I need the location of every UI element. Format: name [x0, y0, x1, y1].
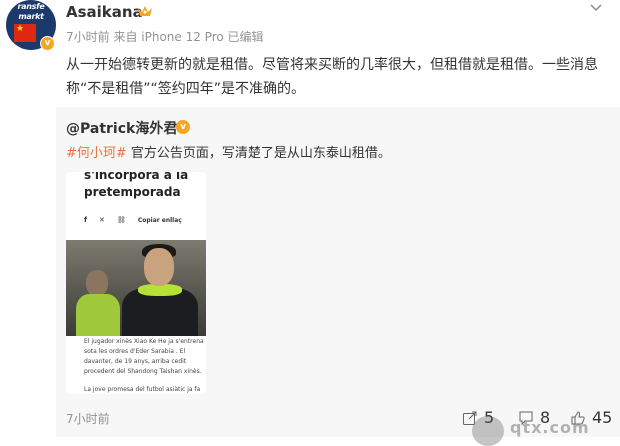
player-face	[144, 248, 174, 286]
hashtag-link[interactable]: #何小珂#	[66, 146, 127, 161]
original-text: #何小珂# 官方公告页面，写清楚了是从山东泰山租借。	[66, 142, 391, 161]
link-icon: ⛓	[116, 216, 126, 224]
username[interactable]: Asaikana	[66, 3, 143, 21]
card-body-p1: El jugador xinès Xiao Ke He ja s'entrena…	[84, 338, 204, 375]
card-title-line1: s'incorpora a la	[84, 172, 189, 182]
facebook-icon: f	[84, 216, 88, 224]
crown-icon	[138, 6, 152, 16]
card-title: s'incorpora a la pretemporada	[84, 172, 200, 201]
watermark-text: qtx.com	[510, 418, 590, 437]
player-photo	[66, 240, 206, 336]
watermark-logo-icon	[472, 416, 504, 446]
avatar-brand-text: ransfe markt	[17, 2, 45, 21]
chevron-down-icon[interactable]	[590, 4, 602, 12]
watermark: qtx.com	[472, 416, 620, 446]
card-title-line2: pretemporada	[84, 185, 181, 199]
share-row: f ✕ ⛓ Copiar enllaç	[84, 216, 182, 224]
post-meta: 7小时前 来自 iPhone 12 Pro 已编辑	[66, 30, 264, 44]
twitter-icon: ✕	[99, 216, 105, 224]
card-body-p2: La jove promesa del futbol asiàtic ja fa	[84, 386, 201, 393]
post-text: 从一开始德转更新的就是租借。尽管将来买断的几率很大，但租借就是租借。一些消息称“…	[66, 57, 598, 97]
background-player-jersey	[76, 294, 120, 336]
repost-time: 7小时前	[66, 412, 110, 426]
original-text-body: 官方公告页面，写清楚了是从山东泰山租借。	[126, 146, 391, 161]
card-body: El jugador xinès Xiao Ke He ja s'entrena…	[84, 337, 204, 394]
verified-badge-icon: v	[40, 36, 55, 51]
background-player	[86, 270, 108, 296]
china-flag-icon: ★	[14, 24, 36, 42]
copy-link-label: Copiar enllaç	[137, 216, 182, 224]
image-card[interactable]: s'incorpora a la pretemporada f ✕ ⛓ Copi…	[66, 172, 206, 394]
original-author[interactable]: @Patrick海外君	[66, 118, 177, 138]
original-verified-icon: v	[176, 120, 190, 134]
